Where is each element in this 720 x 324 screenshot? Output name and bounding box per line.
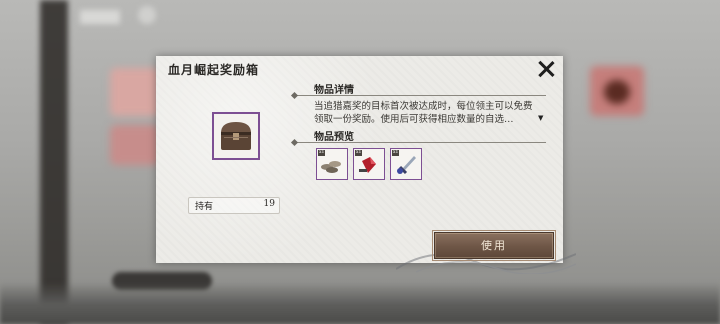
preview-item[interactable]: x1 (353, 148, 385, 180)
item-icon-frame (212, 112, 260, 160)
reward-box-dialog: 血月崛起奖励箱 持有 19 物品详情 当追猎嘉奖的目标首次被达成时，每位领主可以… (156, 56, 576, 274)
coins-icon (321, 161, 341, 173)
divider (296, 95, 546, 96)
item-details-heading: 物品详情 (314, 85, 354, 96)
item-description: 当追猎嘉奖的目标首次被达成时，每位领主可以免费领取一份奖励。使用后可获得相应数量… (314, 101, 533, 125)
close-icon[interactable] (535, 58, 557, 80)
preview-item[interactable]: x1 (316, 148, 348, 180)
item-preview-heading: 物品预览 (314, 132, 354, 143)
owned-label: 持有 (195, 202, 214, 212)
use-button[interactable]: 使用 (432, 230, 556, 261)
divider (296, 142, 546, 143)
dialog-title: 血月崛起奖励箱 (168, 63, 260, 77)
preview-item[interactable]: x1 (390, 148, 422, 180)
red-gem-icon (359, 157, 376, 173)
owned-count: 19 (263, 199, 275, 209)
treasure-chest-icon (221, 122, 251, 150)
sword-icon (397, 156, 416, 175)
owned-count-box: 持有 19 (188, 197, 280, 214)
expand-arrow-icon[interactable]: ▼ (538, 114, 543, 122)
